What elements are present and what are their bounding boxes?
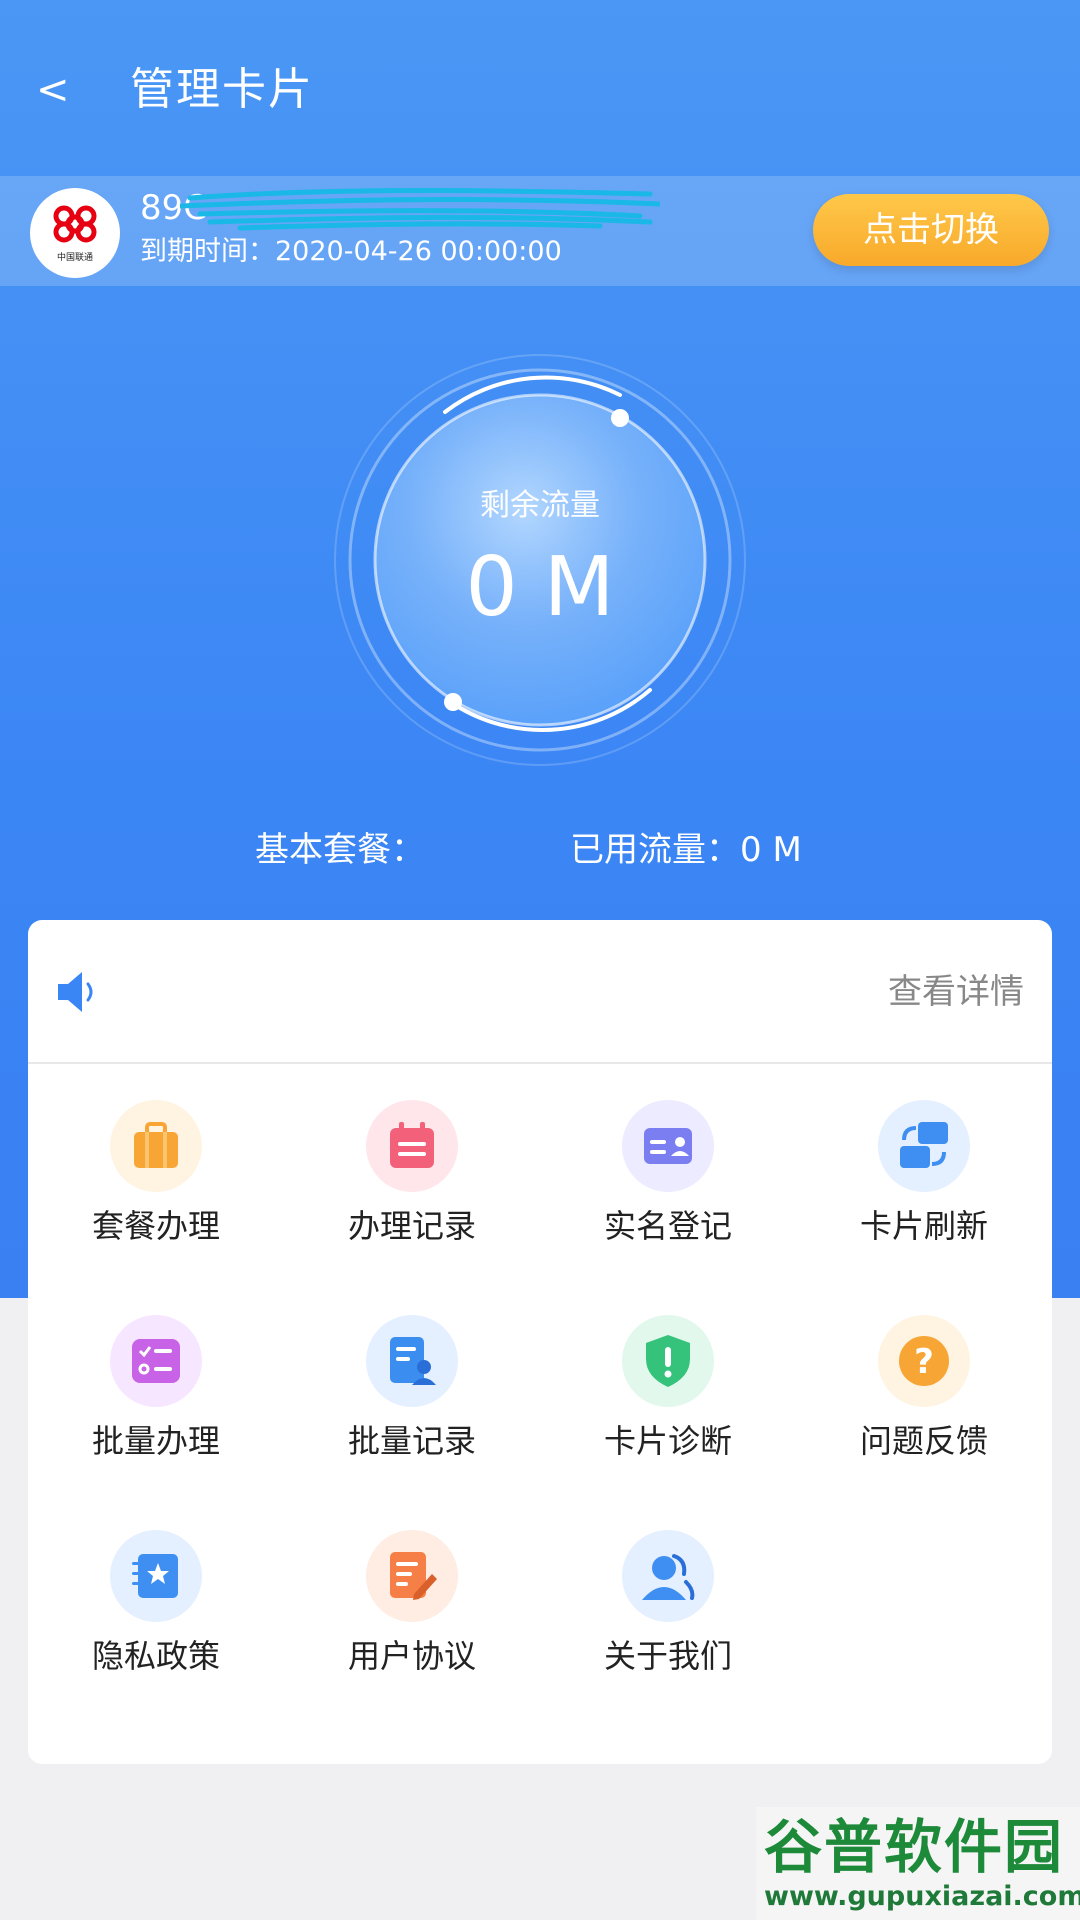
menu-item-batch-records[interactable]: 批量记录 <box>284 1279 540 1494</box>
menu-item-about[interactable]: 关于我们 <box>540 1494 796 1709</box>
remaining-traffic-gauge: 剩余流量 0 M <box>0 310 1080 810</box>
function-panel: 查看详情 套餐办理 办理记录 实名登记 卡片刷新 批量办理 批量记录 卡片诊断 … <box>28 920 1052 1764</box>
menu-item-plan[interactable]: 套餐办理 <box>28 1064 284 1279</box>
remaining-traffic-label: 剩余流量 <box>480 488 600 523</box>
menu-item-privacy[interactable]: 隐私政策 <box>28 1494 284 1709</box>
refresh-cards-icon <box>878 1100 970 1192</box>
traffic-stats: 基本套餐： 已用流量：0 M <box>0 820 1080 880</box>
menu-item-label: 卡片诊断 <box>603 1422 732 1460</box>
menu-item-label: 卡片刷新 <box>859 1207 988 1245</box>
briefcase-icon <box>110 1100 202 1192</box>
menu-item-batch[interactable]: 批量办理 <box>28 1279 284 1494</box>
menu-grid: 套餐办理 办理记录 实名登记 卡片刷新 批量办理 批量记录 卡片诊断 ? 问题反… <box>28 1064 1052 1764</box>
view-details-link[interactable]: 查看详情 <box>888 964 1024 1020</box>
menu-item-label: 问题反馈 <box>859 1422 988 1460</box>
speaker-icon <box>58 972 93 1012</box>
calendar-icon <box>366 1100 458 1192</box>
back-button[interactable]: < <box>36 62 76 118</box>
checklist-icon <box>110 1315 202 1407</box>
menu-item-feedback[interactable]: ? 问题反馈 <box>796 1279 1052 1494</box>
menu-item-label: 用户协议 <box>347 1637 476 1675</box>
top-bar: < 管理卡片 <box>0 0 1080 176</box>
menu-item-label: 关于我们 <box>603 1637 732 1675</box>
edit-document-icon <box>366 1530 458 1622</box>
basic-plan-label: 基本套餐： <box>255 830 425 870</box>
menu-item-agreement[interactable]: 用户协议 <box>284 1494 540 1709</box>
menu-item-refresh[interactable]: 卡片刷新 <box>796 1064 1052 1279</box>
redaction-scribble <box>180 188 660 231</box>
menu-item-diagnose[interactable]: 卡片诊断 <box>540 1279 796 1494</box>
menu-item-label: 套餐办理 <box>91 1207 220 1245</box>
question-icon: ? <box>878 1315 970 1407</box>
menu-item-label: 批量记录 <box>347 1422 476 1460</box>
menu-item-label: 批量办理 <box>91 1422 220 1460</box>
card-info-bar: 中国联通 89C 到期时间：2020-04-26 00:00:00 点击切换 <box>0 176 1080 286</box>
users-icon <box>622 1530 714 1622</box>
carrier-logo-text: 中国联通 <box>56 253 93 263</box>
watermark: 谷普软件园 www.gupuxiazai.com <box>756 1807 1080 1920</box>
watermark-name: 谷普软件园 <box>764 1813 1065 1881</box>
carrier-logo: 中国联通 <box>30 188 120 278</box>
id-card-icon <box>622 1100 714 1192</box>
document-user-icon <box>366 1315 458 1407</box>
menu-item-label: 办理记录 <box>347 1207 476 1245</box>
unicom-knot-icon <box>53 205 97 243</box>
notice-bar[interactable]: 查看详情 <box>28 920 1052 1064</box>
menu-item-label: 实名登记 <box>603 1207 732 1245</box>
switch-card-button[interactable]: 点击切换 <box>813 194 1049 266</box>
expiry-time: 到期时间：2020-04-26 00:00:00 <box>140 236 562 267</box>
remaining-traffic-value: 0 M <box>465 540 615 635</box>
menu-item-label: 隐私政策 <box>91 1637 220 1675</box>
used-traffic-label: 已用流量：0 M <box>570 830 802 870</box>
watermark-url: www.gupuxiazai.com <box>764 1881 1080 1912</box>
shield-alert-icon <box>622 1315 714 1407</box>
menu-item-records[interactable]: 办理记录 <box>284 1064 540 1279</box>
star-book-icon <box>110 1530 202 1622</box>
svg-text:?: ? <box>914 1342 934 1382</box>
page-title: 管理卡片 <box>130 64 314 115</box>
menu-item-realname[interactable]: 实名登记 <box>540 1064 796 1279</box>
